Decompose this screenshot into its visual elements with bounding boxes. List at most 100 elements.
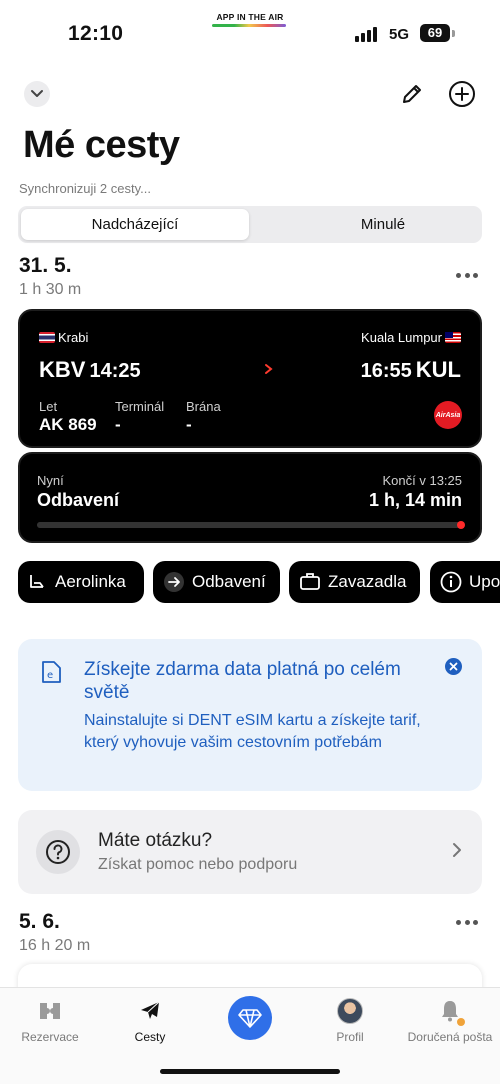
battery-icon: 69 bbox=[420, 24, 450, 42]
terminal-value: - bbox=[115, 415, 121, 434]
gate-label: Brána bbox=[186, 399, 221, 414]
pencil-icon bbox=[403, 85, 421, 103]
more-dot bbox=[456, 920, 461, 925]
origin-code: KBV bbox=[39, 357, 86, 382]
help-subtitle: Získat pomoc nebo podporu bbox=[98, 856, 298, 873]
sync-status: Synchronizuji 2 cesty... bbox=[19, 181, 151, 196]
checkin-chip[interactable]: Odbavení bbox=[153, 561, 280, 603]
trip-segmented-control: Nadcházející Minulé bbox=[18, 206, 482, 243]
flight-number: AK 869 bbox=[39, 415, 97, 434]
trip-date: 5. 6. bbox=[19, 910, 60, 933]
trip-more-button[interactable] bbox=[456, 920, 478, 926]
status-progress-fill bbox=[37, 522, 463, 528]
terminal-label: Terminál bbox=[115, 399, 165, 414]
airplane-icon bbox=[141, 1001, 160, 1019]
more-dot bbox=[473, 273, 478, 278]
app-banner-label: APP IN THE AIR bbox=[216, 12, 284, 22]
airline-logo: AirAsia bbox=[434, 401, 462, 429]
home-indicator bbox=[160, 1069, 340, 1074]
diamond-icon bbox=[238, 1009, 262, 1028]
plus-circle-icon bbox=[449, 81, 475, 107]
alerts-chip-label: Upo bbox=[469, 572, 500, 591]
esim-banner-body: Nainstalujte si DENT eSIM kartu a získej… bbox=[84, 712, 421, 751]
more-dot bbox=[464, 920, 470, 925]
tab-reservations-label: Rezervace bbox=[21, 1030, 79, 1044]
arrival-time: 16:55 bbox=[360, 360, 412, 382]
page-title: Mé cesty bbox=[23, 124, 180, 166]
collapse-button[interactable] bbox=[24, 81, 50, 107]
baggage-chip[interactable]: Zavazadla bbox=[289, 561, 420, 603]
tab-inbox[interactable]: Doručená pošta bbox=[400, 996, 500, 1050]
esim-card-icon: e bbox=[42, 661, 61, 683]
seat-icon bbox=[30, 575, 44, 588]
gate-value: - bbox=[186, 415, 192, 434]
trip-duration: 1 h 30 m bbox=[19, 281, 82, 298]
chevron-down-icon bbox=[31, 90, 43, 97]
trip-more-button[interactable] bbox=[456, 273, 478, 279]
flight-arrow-icon bbox=[230, 364, 273, 374]
origin-city-label: Krabi bbox=[58, 330, 89, 345]
trip-action-chips: Aerolinka Odbavení Zavazadla Upo bbox=[18, 561, 500, 603]
status-phase: Odbavení bbox=[37, 490, 120, 510]
esim-banner-title: Získejte zdarma data platná po celém svě… bbox=[84, 659, 401, 703]
edit-button[interactable] bbox=[398, 80, 426, 108]
close-icon[interactable] bbox=[445, 658, 462, 675]
flight-status-card[interactable]: Nyní Odbavení Končí v 13:25 1 h, 14 min bbox=[18, 452, 482, 543]
trip-date: 31. 5. bbox=[19, 254, 72, 277]
app-banner-bar bbox=[212, 24, 286, 27]
status-remaining: 1 h, 14 min bbox=[368, 490, 462, 510]
checkin-chip-label: Odbavení bbox=[192, 572, 266, 591]
destination-city-label: Kuala Lumpur bbox=[361, 330, 442, 345]
info-icon bbox=[440, 571, 462, 593]
status-bar: 12:10 APP IN THE AIR 5G 69 bbox=[0, 0, 500, 60]
notification-badge bbox=[457, 1018, 465, 1026]
avatar bbox=[337, 998, 363, 1024]
clock: 12:10 bbox=[68, 22, 124, 45]
destination-city: Kuala Lumpur bbox=[361, 330, 461, 345]
destination-code: KUL bbox=[415, 357, 461, 382]
network-type: 5G bbox=[389, 26, 410, 43]
flight-number-label: Let bbox=[39, 399, 58, 414]
more-dot bbox=[456, 273, 461, 278]
tab-trips[interactable]: Cesty bbox=[100, 996, 200, 1050]
esim-banner[interactable]: e Získejte zdarma data platná po celém s… bbox=[18, 639, 482, 791]
suitcase-icon bbox=[300, 573, 320, 590]
more-dot bbox=[473, 920, 478, 925]
signal-icon bbox=[355, 26, 381, 42]
departure: KBV 14:25 bbox=[39, 357, 141, 383]
malaysia-flag-icon bbox=[445, 332, 461, 343]
tab-reservations[interactable]: Rezervace bbox=[0, 996, 100, 1050]
tab-inbox-label: Doručená pošta bbox=[407, 1030, 493, 1044]
add-trip-button[interactable] bbox=[448, 80, 476, 108]
tab-past[interactable]: Minulé bbox=[269, 209, 497, 240]
status-progress-marker bbox=[457, 521, 465, 529]
status-ends-label: Končí v 13:25 bbox=[382, 473, 463, 488]
alerts-chip[interactable]: Upo bbox=[430, 561, 500, 603]
origin-city: Krabi bbox=[39, 330, 88, 345]
chevron-right-icon bbox=[453, 843, 461, 857]
arrow-right-circle-icon bbox=[164, 572, 184, 592]
status-progress-bar bbox=[37, 521, 465, 529]
flight-card[interactable]: Krabi Kuala Lumpur KBV 14:25 16:55 KUL Let… bbox=[18, 309, 482, 448]
departure-time: 14:25 bbox=[89, 360, 141, 382]
tab-profile-label: Profil bbox=[336, 1030, 364, 1044]
airline-logo-text: AirAsia bbox=[435, 411, 461, 419]
tab-trips-label: Cesty bbox=[134, 1030, 166, 1044]
arrival: 16:55 KUL bbox=[361, 357, 461, 383]
svg-text:e: e bbox=[47, 670, 53, 681]
premium-button[interactable] bbox=[228, 996, 272, 1040]
question-icon bbox=[36, 830, 80, 874]
airline-chip[interactable]: Aerolinka bbox=[18, 561, 144, 603]
status-now-label: Nyní bbox=[37, 473, 64, 488]
help-card[interactable]: Máte otázku? Získat pomoc nebo podporu bbox=[18, 810, 482, 894]
battery-tip bbox=[452, 30, 455, 37]
tickets-icon bbox=[40, 1003, 60, 1019]
tab-upcoming[interactable]: Nadcházející bbox=[21, 209, 249, 240]
trip-duration: 16 h 20 m bbox=[19, 937, 91, 954]
baggage-chip-label: Zavazadla bbox=[328, 572, 407, 591]
tab-profile[interactable]: Profil bbox=[300, 996, 400, 1050]
app-banner: APP IN THE AIR bbox=[212, 12, 288, 27]
airline-chip-label: Aerolinka bbox=[55, 572, 126, 591]
help-title: Máte otázku? bbox=[98, 830, 213, 851]
more-dot bbox=[464, 273, 470, 278]
